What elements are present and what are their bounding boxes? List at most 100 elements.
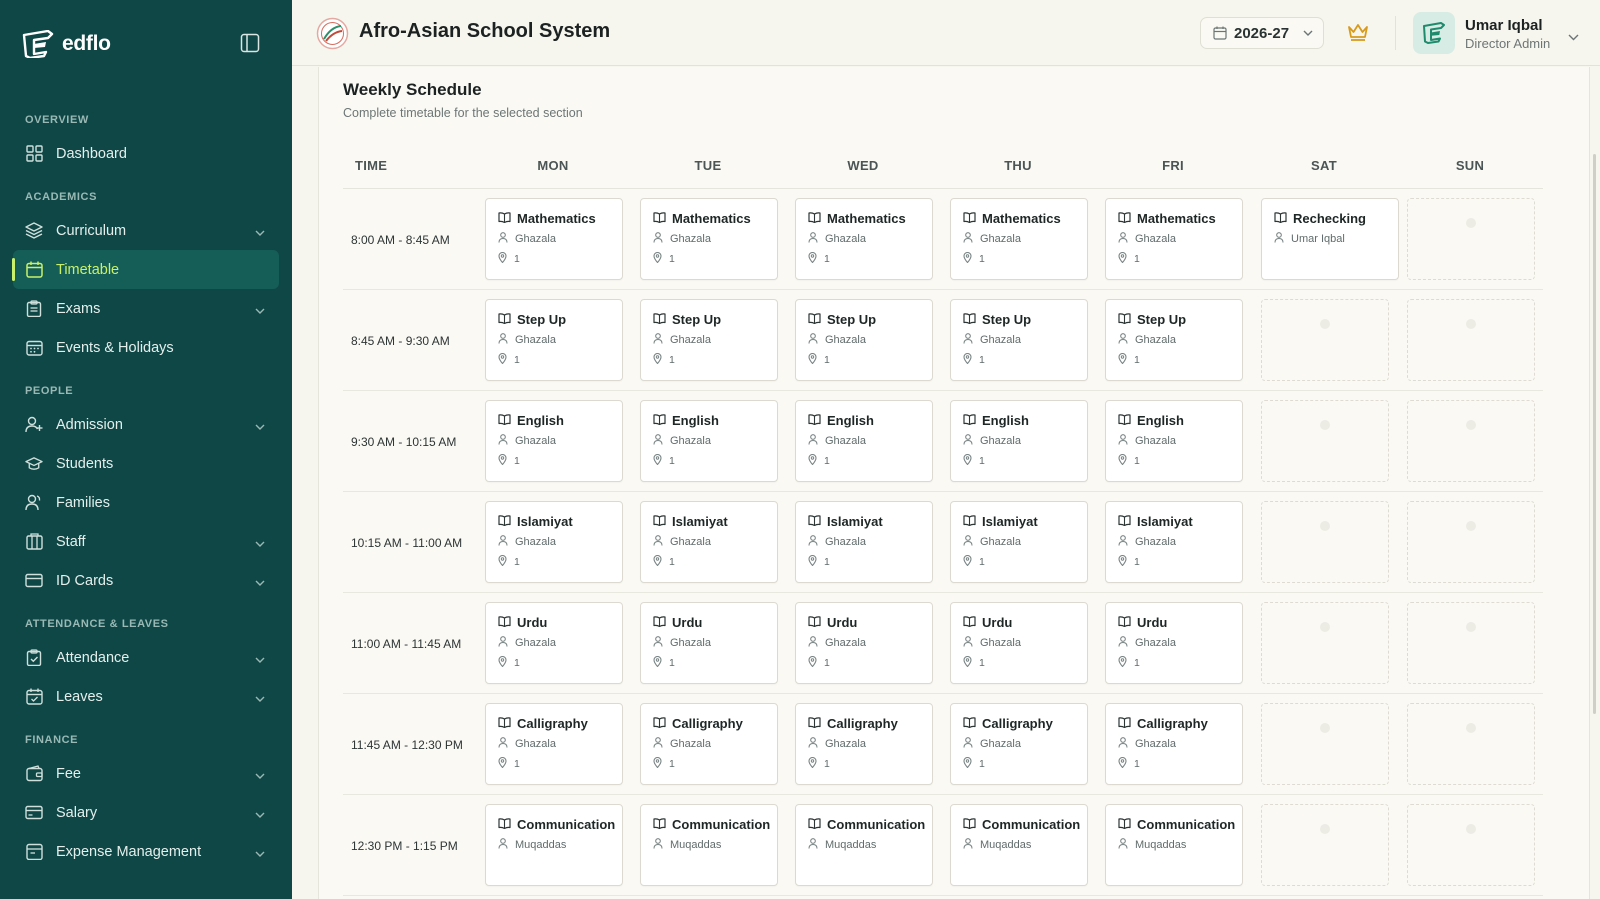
empty-timetable-slot[interactable] (1407, 400, 1535, 482)
room: 1 (498, 655, 520, 670)
room-number: 1 (1134, 455, 1140, 467)
academic-year-value: 2026-27 (1234, 24, 1290, 42)
sidebar-item-label: ID Cards (56, 572, 114, 589)
user-name: Umar Iqbal (1465, 17, 1543, 34)
subject: Step Up (498, 312, 566, 327)
timetable-cell[interactable]: English Ghazala 1 (485, 400, 623, 482)
teacher: Ghazala (963, 232, 1021, 246)
sidebar-item-staff[interactable]: Staff (13, 522, 279, 561)
scrollbar[interactable] (1593, 154, 1596, 714)
empty-timetable-slot[interactable] (1407, 198, 1535, 280)
timetable-cell[interactable]: Mathematics Ghazala 1 (640, 198, 778, 280)
sidebar-item-timetable[interactable]: Timetable (12, 250, 279, 289)
sidebar-item-fee[interactable]: Fee (13, 754, 279, 793)
empty-timetable-slot[interactable] (1407, 602, 1535, 684)
sidebar-item-attendance[interactable]: Attendance (13, 638, 279, 677)
timetable-cell[interactable]: Communication Muqaddas (485, 804, 623, 886)
empty-timetable-slot[interactable] (1261, 703, 1389, 785)
timetable-cell[interactable]: Islamiyat Ghazala 1 (950, 501, 1088, 583)
timetable-cell[interactable]: Communication Muqaddas (1105, 804, 1243, 886)
room: 1 (963, 554, 985, 569)
sidebar-item-id-cards[interactable]: ID Cards (13, 561, 279, 600)
empty-timetable-slot[interactable] (1261, 400, 1389, 482)
timetable-cell[interactable]: Step Up Ghazala 1 (485, 299, 623, 381)
sidebar-item-expense-management[interactable]: Expense Management (13, 832, 279, 871)
users-icon (25, 494, 43, 512)
timetable-cell[interactable]: Calligraphy Ghazala 1 (950, 703, 1088, 785)
empty-timetable-slot[interactable] (1407, 501, 1535, 583)
avatar[interactable] (1413, 12, 1455, 54)
sidebar-item-salary[interactable]: Salary (13, 793, 279, 832)
timetable-cell[interactable]: Islamiyat Ghazala 1 (640, 501, 778, 583)
subject: Communication (1118, 817, 1235, 832)
timetable-cell[interactable]: Step Up Ghazala 1 (950, 299, 1088, 381)
sidebar-item-students[interactable]: Students (13, 444, 279, 483)
timetable-cell[interactable]: English Ghazala 1 (795, 400, 933, 482)
timetable-cell[interactable]: Islamiyat Ghazala 1 (1105, 501, 1243, 583)
timetable-cell[interactable]: Mathematics Ghazala 1 (795, 198, 933, 280)
timetable-cell[interactable]: Urdu Ghazala 1 (640, 602, 778, 684)
teacher-name: Ghazala (670, 637, 711, 649)
location-pin-icon (1118, 756, 1127, 771)
empty-timetable-slot[interactable] (1261, 602, 1389, 684)
sidebar-item-curriculum[interactable]: Curriculum (13, 211, 279, 250)
brand[interactable]: edflo (22, 28, 111, 60)
room-number: 1 (824, 758, 830, 770)
empty-timetable-slot[interactable] (1261, 299, 1389, 381)
crown-icon[interactable] (1347, 22, 1369, 42)
sidebar-item-exams[interactable]: Exams (13, 289, 279, 328)
empty-timetable-slot[interactable] (1407, 703, 1535, 785)
sidebar-toggle-icon[interactable] (240, 33, 264, 55)
teacher: Ghazala (653, 434, 711, 448)
timetable-cell[interactable]: Urdu Ghazala 1 (1105, 602, 1243, 684)
book-icon (808, 211, 821, 226)
timetable-cell[interactable]: Urdu Ghazala 1 (795, 602, 933, 684)
timetable-cell[interactable]: Mathematics Ghazala 1 (485, 198, 623, 280)
timetable-cell[interactable]: Islamiyat Ghazala 1 (485, 501, 623, 583)
subject-name: Mathematics (517, 211, 596, 226)
sidebar-item-admission[interactable]: Admission (13, 405, 279, 444)
timetable-cell[interactable]: English Ghazala 1 (950, 400, 1088, 482)
timetable-cell[interactable]: Step Up Ghazala 1 (1105, 299, 1243, 381)
sidebar-item-dashboard[interactable]: Dashboard (13, 134, 279, 173)
user-menu-chevron-icon[interactable] (1568, 28, 1579, 46)
timetable-cell[interactable]: English Ghazala 1 (640, 400, 778, 482)
room: 1 (498, 756, 520, 771)
room-number: 1 (669, 354, 675, 366)
timetable-cell[interactable]: Calligraphy Ghazala 1 (485, 703, 623, 785)
empty-timetable-slot[interactable] (1261, 501, 1389, 583)
timetable-cell[interactable]: Calligraphy Ghazala 1 (1105, 703, 1243, 785)
room-number: 1 (514, 354, 520, 366)
sidebar-item-label: Staff (56, 533, 86, 550)
timetable-cell[interactable]: Step Up Ghazala 1 (640, 299, 778, 381)
room-number: 1 (1134, 657, 1140, 669)
timetable-cell[interactable]: Islamiyat Ghazala 1 (795, 501, 933, 583)
timetable-cell[interactable]: Mathematics Ghazala 1 (950, 198, 1088, 280)
timetable-cell[interactable]: Communication Muqaddas (640, 804, 778, 886)
timetable-cell[interactable]: Communication Muqaddas (950, 804, 1088, 886)
timetable-cell[interactable]: Calligraphy Ghazala 1 (640, 703, 778, 785)
subject: Step Up (963, 312, 1031, 327)
empty-timetable-slot[interactable] (1407, 299, 1535, 381)
academic-year-select[interactable]: 2026-27 (1200, 17, 1324, 49)
timetable-cell[interactable]: Step Up Ghazala 1 (795, 299, 933, 381)
sidebar-item-label: Expense Management (56, 843, 202, 860)
top-header: Afro-Asian School System 2026-27 Umar Iq… (292, 0, 1600, 66)
empty-timetable-slot[interactable] (1261, 804, 1389, 886)
timetable-cell[interactable]: Calligraphy Ghazala 1 (795, 703, 933, 785)
timetable-cell[interactable]: Rechecking Umar Iqbal (1261, 198, 1399, 280)
sidebar-item-leaves[interactable]: Leaves (13, 677, 279, 716)
teacher: Ghazala (653, 636, 711, 650)
empty-timetable-slot[interactable] (1407, 804, 1535, 886)
subject: English (808, 413, 874, 428)
room: 1 (963, 756, 985, 771)
user-icon (498, 636, 508, 650)
sidebar-item-events-holidays[interactable]: Events & Holidays (13, 328, 279, 367)
timetable-cell[interactable]: Urdu Ghazala 1 (950, 602, 1088, 684)
timetable-cell[interactable]: Urdu Ghazala 1 (485, 602, 623, 684)
timetable-cell[interactable]: Communication Muqaddas (795, 804, 933, 886)
timetable-cell[interactable]: English Ghazala 1 (1105, 400, 1243, 482)
subject-name: Urdu (672, 615, 703, 630)
sidebar-item-families[interactable]: Families (13, 483, 279, 522)
timetable-cell[interactable]: Mathematics Ghazala 1 (1105, 198, 1243, 280)
